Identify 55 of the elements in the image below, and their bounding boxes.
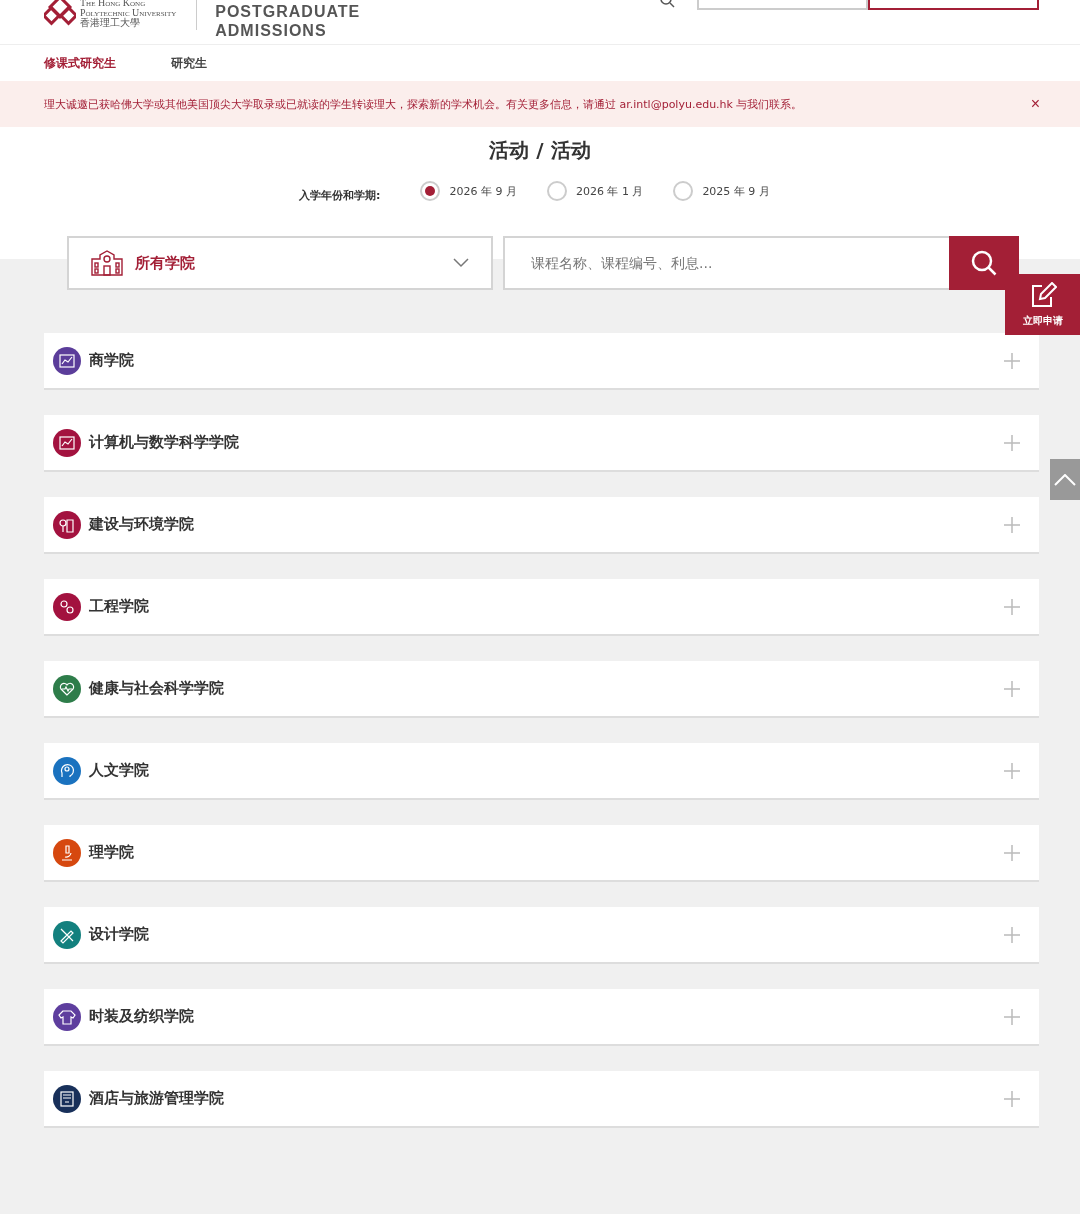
- university-name: Polytechnic University: [80, 8, 177, 18]
- faculty-name: 人文学院: [89, 761, 150, 780]
- radio-label[interactable]: 2026 年 1 月: [575, 183, 644, 199]
- faculty-accordion-item[interactable]: 计算机与数学科学学院: [44, 415, 1039, 472]
- faculty-accordion-item[interactable]: 工程学院: [44, 579, 1039, 636]
- university-name-chinese: 香港理工大學: [80, 18, 141, 28]
- faculty-name: 设计学院: [89, 925, 150, 944]
- apply-now-button[interactable]: 立即申请: [1005, 274, 1080, 335]
- faculty-accordion-item[interactable]: 酒店与旅游管理学院: [44, 1071, 1039, 1128]
- faculty-name: 工程学院: [89, 597, 150, 616]
- plus-icon[interactable]: [1003, 925, 1021, 944]
- subnav-tab[interactable]: 修课式研究生: [44, 54, 116, 72]
- subnav-tab[interactable]: 研究生: [171, 54, 207, 72]
- faculty-accordion-item[interactable]: 商学院: [44, 333, 1039, 390]
- plus-icon[interactable]: [1003, 761, 1021, 780]
- notice-text: 理大诚邀已获哈佛大学或其他美国顶尖大学取录或已就读的学生转读理大，探索新的学术机会。有关更多信息，请通过 ar.intl@polyu.edu.hk 与我们联系。: [44, 96, 803, 112]
- school-building-icon: [91, 250, 123, 276]
- faculty-accordion-item[interactable]: 理学院: [44, 825, 1039, 882]
- faculty-name: 建设与环境学院: [89, 515, 195, 534]
- plus-icon[interactable]: [1003, 1007, 1021, 1026]
- faculty-name: 健康与社会科学学院: [89, 679, 225, 698]
- search-icon: [970, 249, 998, 277]
- faculty-accordion-item[interactable]: 建设与环境学院: [44, 497, 1039, 554]
- search-button[interactable]: [949, 236, 1019, 290]
- intake-label: 入学年份和学期:: [299, 187, 381, 203]
- radio-label[interactable]: 2025 年 9 月: [702, 183, 770, 199]
- search-field[interactable]: 课程名称、课程编号、利息...: [503, 236, 949, 290]
- plus-icon[interactable]: [1003, 1089, 1021, 1108]
- plus-icon[interactable]: [1003, 597, 1021, 616]
- chevron-up-icon: [1054, 473, 1076, 486]
- plus-icon[interactable]: [1003, 351, 1021, 370]
- faculty-name: 理学院: [89, 843, 135, 862]
- site-title: POSTGRADUATE: [215, 2, 361, 21]
- faculty-accordion-item[interactable]: 设计学院: [44, 907, 1039, 964]
- radio-button[interactable]: [546, 181, 567, 201]
- plus-icon[interactable]: [1003, 433, 1021, 452]
- faculty-accordion-item[interactable]: 人文学院: [44, 743, 1039, 800]
- faculty-name: 时装及纺织学院: [89, 1007, 195, 1026]
- plus-icon[interactable]: [1003, 843, 1021, 862]
- radio-label[interactable]: 2026 年 9 月: [449, 183, 517, 199]
- page-title: 活动 / 活动: [488, 137, 592, 164]
- faculty-name: 计算机与数学科学学院: [89, 433, 240, 452]
- plus-icon[interactable]: [1003, 679, 1021, 698]
- plus-icon[interactable]: [1003, 515, 1021, 534]
- faculty-name: 商学院: [89, 351, 135, 370]
- faculty-accordion-item[interactable]: 时装及纺织学院: [44, 989, 1039, 1046]
- close-button[interactable]: ×: [1030, 95, 1040, 113]
- faculty-dropdown[interactable]: 所有学院: [67, 236, 493, 290]
- site-title: ADMISSIONS: [215, 21, 328, 40]
- faculty-name: 酒店与旅游管理学院: [89, 1089, 225, 1108]
- faculty-accordion-item[interactable]: 健康与社会科学学院: [44, 661, 1039, 718]
- radio-button[interactable]: [673, 181, 694, 201]
- radio-button[interactable]: [420, 181, 441, 201]
- back-to-top-button[interactable]: [1050, 459, 1080, 500]
- chevron-down-icon: [453, 258, 469, 268]
